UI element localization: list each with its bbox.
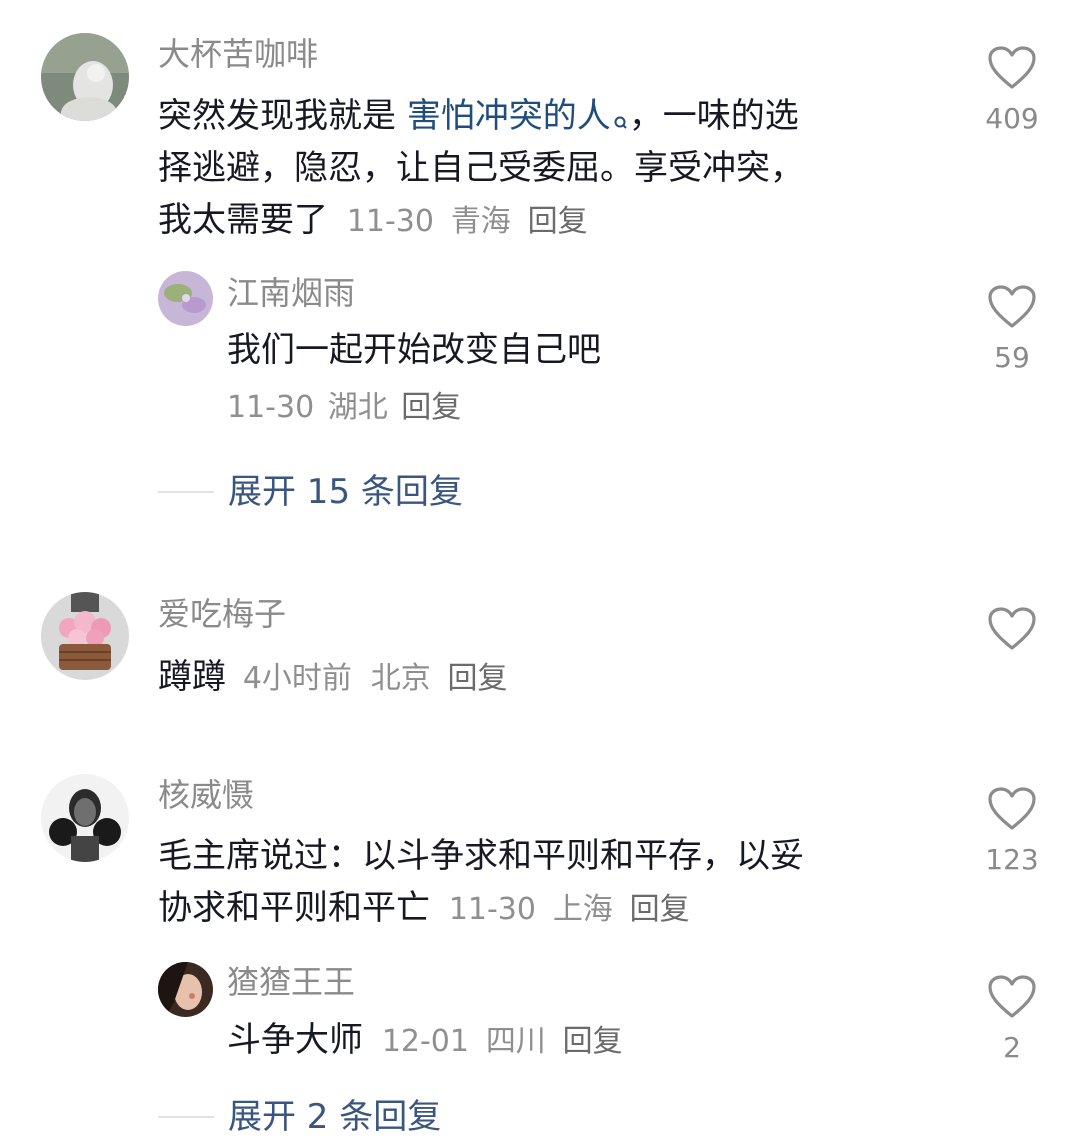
comment-time: 11-30: [227, 390, 315, 425]
username[interactable]: 大杯苦咖啡: [158, 34, 318, 74]
avatar[interactable]: [158, 271, 213, 326]
comment-text-part: 斗争大师: [227, 1020, 363, 1060]
username[interactable]: 爱吃梅子: [158, 594, 286, 634]
avatar[interactable]: [158, 962, 213, 1017]
comment-location: 四川: [485, 1024, 546, 1059]
like-count: 59: [994, 341, 1030, 374]
comment-text: 蹲蹲 4小时前 北京 回复: [158, 651, 508, 705]
heart-outline-icon: [987, 606, 1037, 652]
like-count: 2: [1003, 1031, 1021, 1064]
comment-text: 斗争大师 12-01 四川 回复: [227, 1014, 623, 1068]
like-button[interactable]: [977, 606, 1047, 664]
expand-replies-button[interactable]: 展开 15 条回复: [158, 472, 463, 512]
comment-text-part: ，一味的选: [628, 96, 799, 136]
comment-text-part: 协求和平则和平亡: [158, 888, 430, 928]
reply-button[interactable]: 回复: [528, 204, 588, 239]
divider: [158, 491, 214, 493]
avatar[interactable]: [41, 774, 129, 862]
heart-outline-icon: [987, 45, 1037, 91]
comment-text: 我们一起开始改变自己吧: [227, 330, 601, 370]
comment-text: 我太需要了 11-30 青海 回复: [158, 194, 588, 248]
comment-text-part: 突然发现我就是: [158, 96, 407, 136]
username[interactable]: 猹猹王王: [227, 962, 355, 1002]
comment-text-part: 蹲蹲: [158, 657, 226, 697]
like-count: 409: [985, 102, 1039, 135]
comment-text-part: 我太需要了: [158, 200, 328, 240]
reply-button[interactable]: 回复: [448, 661, 508, 696]
heart-outline-icon: [987, 786, 1037, 832]
expand-replies-button[interactable]: 展开 2 条回复: [158, 1097, 441, 1137]
comment-meta: 11-30 湖北 回复: [227, 388, 461, 428]
reply-button[interactable]: 回复: [630, 892, 690, 927]
avatar[interactable]: [41, 33, 129, 121]
heart-outline-icon: [987, 284, 1037, 330]
like-button[interactable]: 2: [977, 974, 1047, 1064]
comment-location: 湖北: [327, 390, 388, 425]
search-link[interactable]: 害怕冲突的人: [407, 96, 611, 136]
expand-replies-label: 展开 2 条回复: [228, 1097, 442, 1137]
divider: [158, 1116, 214, 1118]
comment-location: 青海: [450, 204, 511, 239]
reply-button[interactable]: 回复: [401, 390, 461, 425]
expand-replies-label: 展开 15 条回复: [228, 472, 463, 512]
comment-text: 协求和平则和平亡 11-30 上海 回复: [158, 882, 690, 936]
username[interactable]: 核威慑: [158, 775, 254, 815]
like-button[interactable]: 59: [977, 284, 1047, 374]
comment-text: 择逃避，隐忍，让自己受委屈。享受冲突，: [158, 148, 804, 188]
comment-time: 11-30: [346, 204, 434, 239]
comment-time: 11-30: [448, 892, 536, 927]
comment-location: 北京: [370, 661, 431, 696]
avatar[interactable]: [41, 592, 129, 680]
comment-time: 4小时前: [242, 661, 352, 696]
like-button[interactable]: 409: [977, 45, 1047, 135]
heart-outline-icon: [987, 974, 1037, 1020]
comment-time: 12-01: [381, 1024, 469, 1059]
like-button[interactable]: 123: [977, 786, 1047, 876]
comment-text: 突然发现我就是 害怕冲突的人 ，一味的选: [158, 90, 799, 148]
comment-text: 毛主席说过：以斗争求和平则和平存，以妥: [158, 836, 804, 876]
reply-button[interactable]: 回复: [563, 1024, 623, 1059]
like-count: 123: [985, 843, 1039, 876]
username[interactable]: 江南烟雨: [227, 273, 355, 313]
search-icon[interactable]: [613, 96, 629, 148]
comment-location: 上海: [552, 892, 613, 927]
